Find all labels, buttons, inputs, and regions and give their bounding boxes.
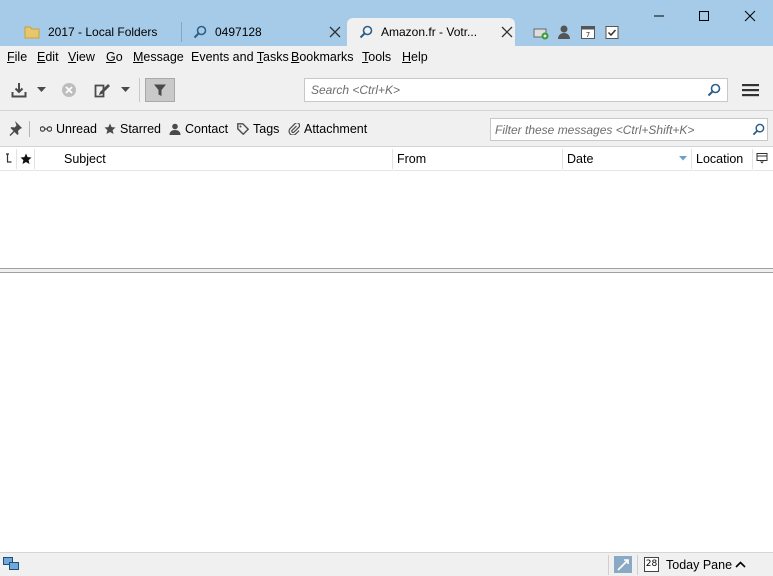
- search-icon: [193, 25, 207, 39]
- star-icon[interactable]: [20, 153, 32, 165]
- chevron-down-icon[interactable]: [121, 87, 130, 93]
- sort-descending-icon: [679, 156, 687, 161]
- online-status-icon[interactable]: [3, 557, 19, 571]
- write-button[interactable]: [94, 82, 111, 98]
- column-from[interactable]: From: [397, 152, 426, 166]
- column-separator: [34, 149, 35, 169]
- menu-help[interactable]: Help: [402, 50, 428, 64]
- paperclip-icon: [288, 123, 300, 135]
- search-icon[interactable]: [752, 123, 765, 136]
- filter-contact-button[interactable]: Contact: [169, 122, 228, 136]
- menu-events-and-tasks[interactable]: Events and Tasks: [191, 50, 289, 64]
- filter-tags-button[interactable]: Tags: [237, 122, 279, 136]
- menu-bookmarks[interactable]: Bookmarks: [291, 50, 354, 64]
- search-icon: [359, 25, 373, 39]
- folder-icon: [24, 25, 40, 39]
- unread-icon: [40, 126, 52, 132]
- status-separator: [608, 555, 609, 575]
- filter-attachment-button[interactable]: Attachment: [288, 122, 367, 136]
- filter-unread-button[interactable]: Unread: [40, 122, 97, 136]
- search-input[interactable]: [311, 82, 701, 98]
- close-window-button[interactable]: [727, 0, 773, 32]
- tab-label: 0497128: [215, 25, 262, 39]
- menu-edit[interactable]: Edit: [37, 50, 59, 64]
- quick-filter-bar: Unread Starred Contact Tags Attachment: [0, 111, 773, 147]
- calendar-icon[interactable]: 7: [580, 24, 596, 40]
- column-separator: [16, 149, 17, 169]
- menu-tools[interactable]: Tools: [362, 50, 391, 64]
- filter-messages-box[interactable]: [490, 118, 768, 141]
- contact-icon: [169, 123, 181, 135]
- tab-amazon[interactable]: Amazon.fr - Votr...: [347, 18, 515, 46]
- calendar-day-icon: 28: [644, 557, 659, 572]
- close-icon[interactable]: [329, 26, 341, 38]
- new-message-icon[interactable]: [533, 25, 549, 41]
- app-menu-icon[interactable]: [742, 83, 759, 97]
- filter-icon: [154, 84, 166, 96]
- thread-icon[interactable]: [5, 153, 13, 165]
- stop-icon[interactable]: [61, 82, 77, 98]
- title-bar: 2017 - Local Folders 0497128 Amazon.fr -…: [0, 0, 773, 46]
- column-date[interactable]: Date: [567, 152, 593, 166]
- column-separator: [392, 149, 393, 169]
- tab-separator: [181, 22, 182, 42]
- maximize-button[interactable]: [681, 0, 727, 32]
- menu-file[interactable]: File: [7, 50, 27, 64]
- get-messages-button[interactable]: [11, 82, 27, 98]
- message-preview-pane: [0, 273, 773, 552]
- column-subject[interactable]: Subject: [64, 152, 106, 166]
- status-bar: 28 Today Pane: [0, 552, 773, 576]
- column-location[interactable]: Location: [696, 152, 743, 166]
- tag-icon: [237, 123, 249, 135]
- main-toolbar: [0, 70, 773, 111]
- svg-text:7: 7: [586, 31, 590, 39]
- thread-list[interactable]: [0, 171, 773, 268]
- quick-filter-toggle-button[interactable]: [145, 78, 175, 102]
- chevron-down-icon[interactable]: [37, 87, 46, 93]
- column-separator: [562, 149, 563, 169]
- column-separator: [752, 149, 753, 169]
- search-icon[interactable]: [707, 83, 721, 97]
- close-icon[interactable]: [501, 26, 513, 38]
- minimize-button[interactable]: [636, 0, 682, 32]
- thread-column-header: Subject From Date Location: [0, 147, 773, 171]
- star-icon: [104, 123, 116, 134]
- menu-message[interactable]: Message: [133, 50, 184, 64]
- activity-icon[interactable]: [614, 556, 632, 573]
- toolbar-separator: [139, 78, 140, 102]
- menu-bar: File Edit View Go Message Events and Tas…: [0, 46, 773, 70]
- tab-label: Amazon.fr - Votr...: [381, 25, 478, 39]
- address-book-icon[interactable]: [556, 24, 572, 40]
- column-picker-icon[interactable]: [756, 152, 768, 164]
- global-search-box[interactable]: [304, 78, 728, 102]
- menu-view[interactable]: View: [68, 50, 95, 64]
- tab-local-folders[interactable]: 2017 - Local Folders: [14, 18, 180, 46]
- tab-label: 2017 - Local Folders: [48, 25, 158, 39]
- chevron-up-icon[interactable]: [735, 561, 746, 568]
- menu-go[interactable]: Go: [106, 50, 123, 64]
- filter-starred-button[interactable]: Starred: [104, 122, 161, 136]
- status-separator: [637, 555, 638, 575]
- tasks-icon[interactable]: [604, 24, 620, 40]
- column-separator: [691, 149, 692, 169]
- filter-messages-input[interactable]: [495, 122, 745, 138]
- tab-search-0497128[interactable]: 0497128: [183, 18, 347, 46]
- pin-icon[interactable]: [7, 120, 23, 136]
- today-pane-button[interactable]: Today Pane: [666, 558, 732, 572]
- filter-separator: [29, 121, 30, 137]
